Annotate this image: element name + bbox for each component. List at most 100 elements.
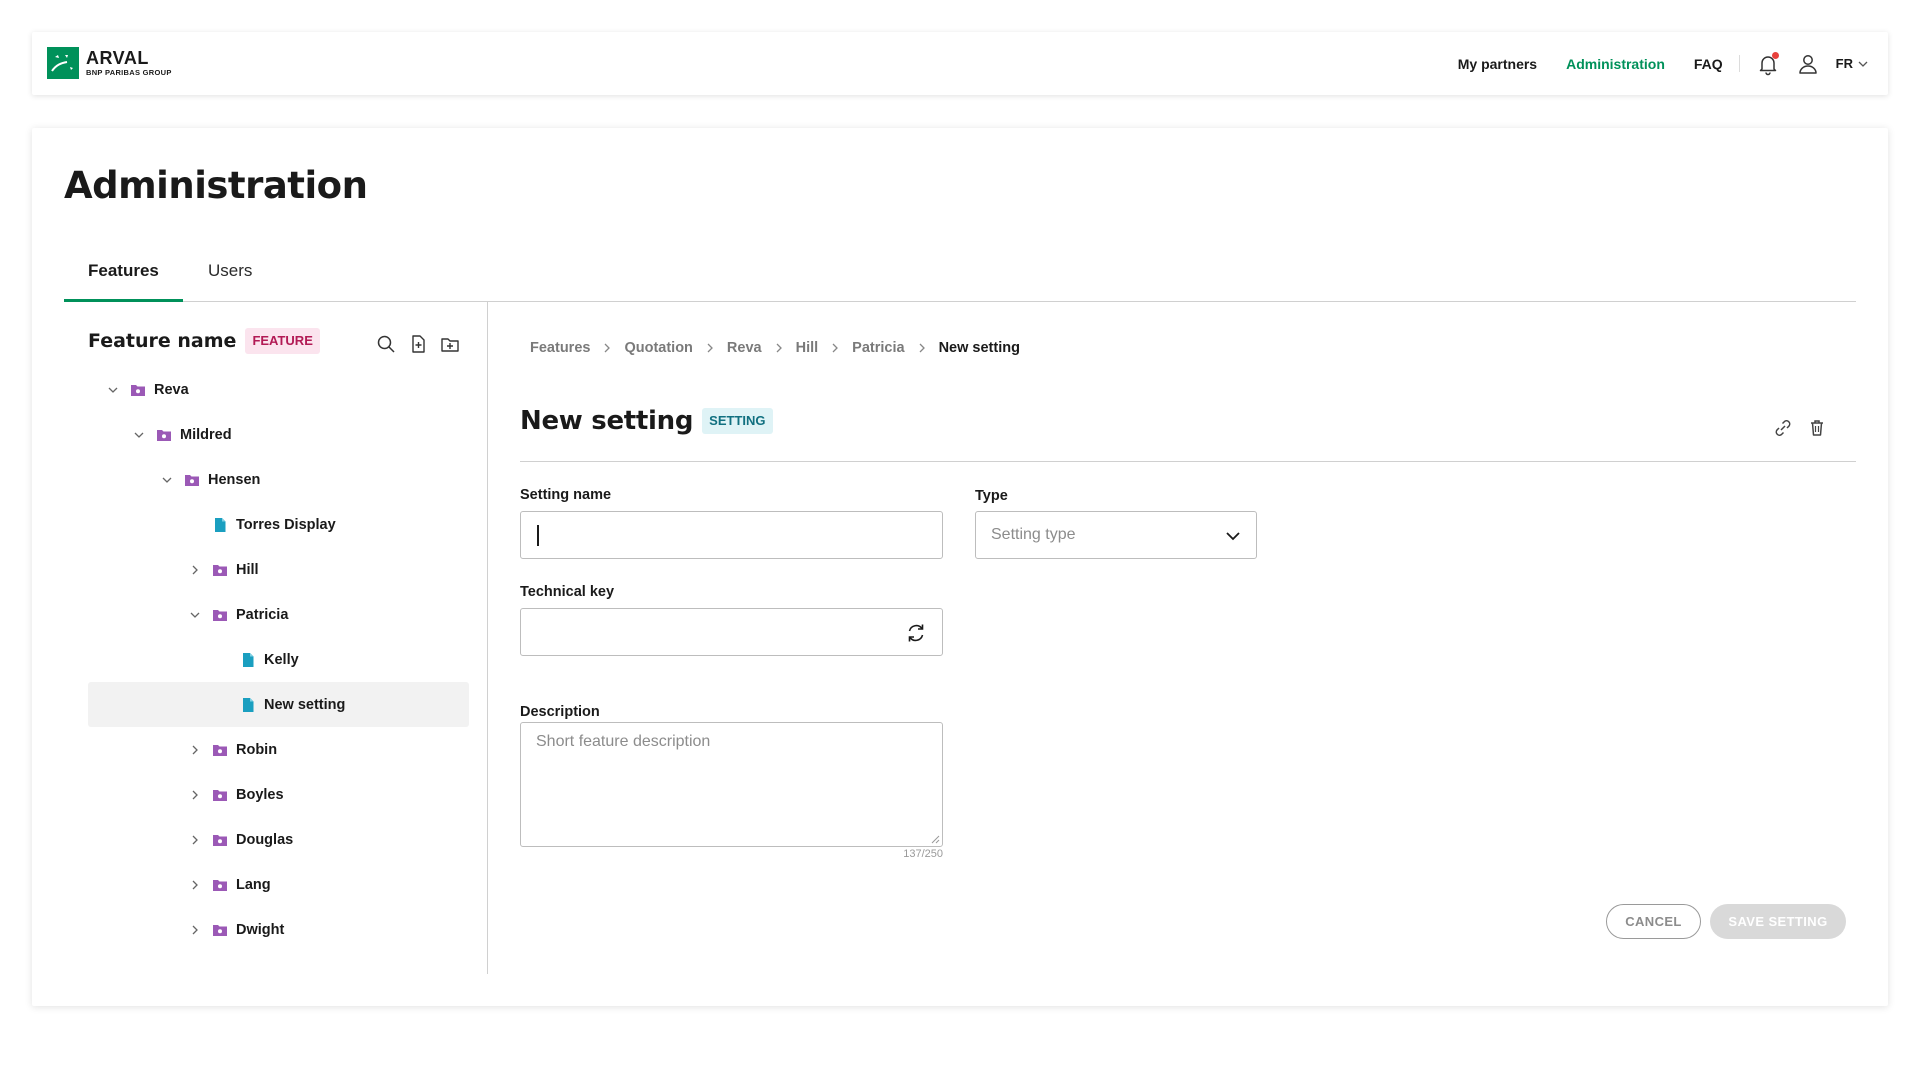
chevron-down-icon bbox=[1858, 61, 1868, 67]
tree-node-label: Douglas bbox=[236, 831, 294, 848]
tree-node-label: Robin bbox=[236, 741, 278, 758]
tree-node[interactable]: Reva bbox=[88, 367, 469, 412]
chevron-down-icon[interactable] bbox=[132, 428, 146, 442]
tab-features-label: Features bbox=[88, 261, 159, 280]
description-textarea[interactable]: Short feature description bbox=[520, 722, 943, 847]
nav-divider bbox=[1738, 55, 1740, 72]
breadcrumb-item[interactable]: Reva bbox=[727, 340, 762, 356]
tree-node-label: Torres Display bbox=[236, 516, 336, 533]
form-actions bbox=[1760, 417, 1828, 439]
tab-users[interactable]: Users bbox=[184, 261, 276, 301]
panel-divider bbox=[487, 302, 488, 974]
folder-icon bbox=[212, 562, 228, 578]
folder-icon bbox=[212, 832, 228, 848]
notification-dot bbox=[1771, 51, 1779, 59]
breadcrumb-current: New setting bbox=[938, 340, 1020, 356]
description-label: Description bbox=[520, 704, 600, 720]
folder-icon bbox=[184, 472, 200, 488]
brand-name: ARVAL bbox=[86, 48, 149, 69]
tree-node[interactable]: Mildred bbox=[88, 412, 469, 457]
tree-node[interactable]: Dwight bbox=[88, 907, 469, 952]
trash-icon[interactable] bbox=[1806, 417, 1828, 439]
nav-administration[interactable]: Administration bbox=[1566, 56, 1665, 72]
chevron-down-icon[interactable] bbox=[160, 473, 174, 487]
folder-icon bbox=[212, 607, 228, 623]
chevron-down-icon[interactable] bbox=[188, 608, 202, 622]
breadcrumb-item[interactable]: Patricia bbox=[852, 340, 904, 356]
nav-my-partners[interactable]: My partners bbox=[1458, 56, 1537, 72]
tree-node[interactable]: New setting bbox=[88, 682, 469, 727]
tree-node[interactable]: Robin bbox=[88, 727, 469, 772]
page-title: Administration bbox=[64, 164, 368, 207]
folder-icon bbox=[212, 922, 228, 938]
technical-key-field[interactable] bbox=[520, 608, 943, 656]
brand-group: BNP PARIBAS GROUP bbox=[86, 68, 172, 78]
resize-handle-icon[interactable] bbox=[930, 834, 940, 844]
tree-node[interactable]: Hensen bbox=[88, 457, 469, 502]
chevron-down-icon[interactable] bbox=[106, 383, 120, 397]
save-label: SAVE SETTING bbox=[1728, 914, 1828, 929]
folder-icon bbox=[212, 877, 228, 893]
cancel-label: CANCEL bbox=[1625, 914, 1682, 929]
tree-node-label: Dwight bbox=[236, 921, 285, 938]
search-icon[interactable] bbox=[376, 334, 396, 354]
save-setting-button[interactable]: SAVE SETTING bbox=[1710, 904, 1846, 939]
chevron-right-icon bbox=[917, 342, 927, 354]
tab-bar: Features Users bbox=[64, 261, 1856, 302]
setting-name-field[interactable] bbox=[520, 511, 943, 559]
link-icon[interactable] bbox=[1772, 417, 1794, 439]
arval-logo[interactable]: ARVAL BNP PARIBAS GROUP bbox=[47, 47, 172, 79]
chevron-right-icon bbox=[705, 342, 715, 354]
tree-node[interactable]: Hill bbox=[88, 547, 469, 592]
chevron-right-icon bbox=[774, 342, 784, 354]
text-caret bbox=[537, 525, 539, 546]
tree-node[interactable]: Torres Display bbox=[88, 502, 469, 547]
folder-icon bbox=[130, 382, 146, 398]
type-select[interactable]: Setting type bbox=[975, 511, 1257, 559]
tree-node[interactable]: Lang bbox=[88, 862, 469, 907]
chevron-right-icon[interactable] bbox=[188, 563, 202, 577]
breadcrumb-item[interactable]: Hill bbox=[796, 340, 819, 356]
tab-features[interactable]: Features bbox=[64, 261, 183, 302]
tree-title: Feature name bbox=[88, 330, 237, 352]
refresh-icon[interactable] bbox=[905, 622, 927, 644]
tree-node[interactable]: Patricia bbox=[88, 592, 469, 637]
language-selector[interactable]: FR bbox=[1836, 56, 1869, 71]
breadcrumb: Features Quotation Reva Hill Patricia New set… bbox=[530, 340, 1020, 356]
tree-node-label: Lang bbox=[236, 876, 271, 893]
chevron-right-icon[interactable] bbox=[188, 833, 202, 847]
description-counter: 137/250 bbox=[903, 848, 943, 860]
tree-node-label: New setting bbox=[264, 696, 346, 713]
feature-badge: FEATURE bbox=[245, 328, 320, 354]
language-label: FR bbox=[1835, 56, 1853, 71]
type-label: Type bbox=[975, 488, 1008, 504]
tree-node-label: Hill bbox=[236, 561, 259, 578]
chevron-down-icon bbox=[1226, 532, 1240, 541]
tree-node[interactable]: Douglas bbox=[88, 817, 469, 862]
setting-name-label: Setting name bbox=[520, 487, 612, 503]
tab-users-label: Users bbox=[208, 261, 253, 280]
cancel-button[interactable]: CANCEL bbox=[1606, 904, 1701, 939]
file-icon bbox=[240, 652, 256, 668]
breadcrumb-item[interactable]: Features bbox=[530, 340, 590, 356]
top-bar: ARVAL BNP PARIBAS GROUP My partners Admi… bbox=[32, 32, 1888, 95]
tree-toolbar bbox=[376, 334, 472, 354]
nav-faq[interactable]: FAQ bbox=[1694, 56, 1723, 72]
tree-node[interactable]: Boyles bbox=[88, 772, 469, 817]
bell-icon[interactable] bbox=[1756, 51, 1780, 76]
tree-node[interactable]: Kelly bbox=[88, 637, 469, 682]
chevron-right-icon bbox=[830, 342, 840, 354]
new-file-icon[interactable] bbox=[408, 334, 428, 354]
tree-node-label: Hensen bbox=[208, 471, 261, 488]
chevron-right-icon[interactable] bbox=[188, 788, 202, 802]
folder-icon bbox=[212, 787, 228, 803]
new-folder-icon[interactable] bbox=[440, 334, 460, 354]
chevron-right-icon[interactable] bbox=[188, 743, 202, 757]
chevron-right-icon[interactable] bbox=[188, 878, 202, 892]
form-title: New setting bbox=[520, 406, 694, 436]
chevron-right-icon[interactable] bbox=[188, 923, 202, 937]
top-nav: My partners Administration FAQ FR bbox=[1458, 32, 1869, 95]
user-icon[interactable] bbox=[1796, 52, 1820, 76]
tree-node-label: Reva bbox=[154, 381, 189, 398]
breadcrumb-item[interactable]: Quotation bbox=[624, 340, 692, 356]
